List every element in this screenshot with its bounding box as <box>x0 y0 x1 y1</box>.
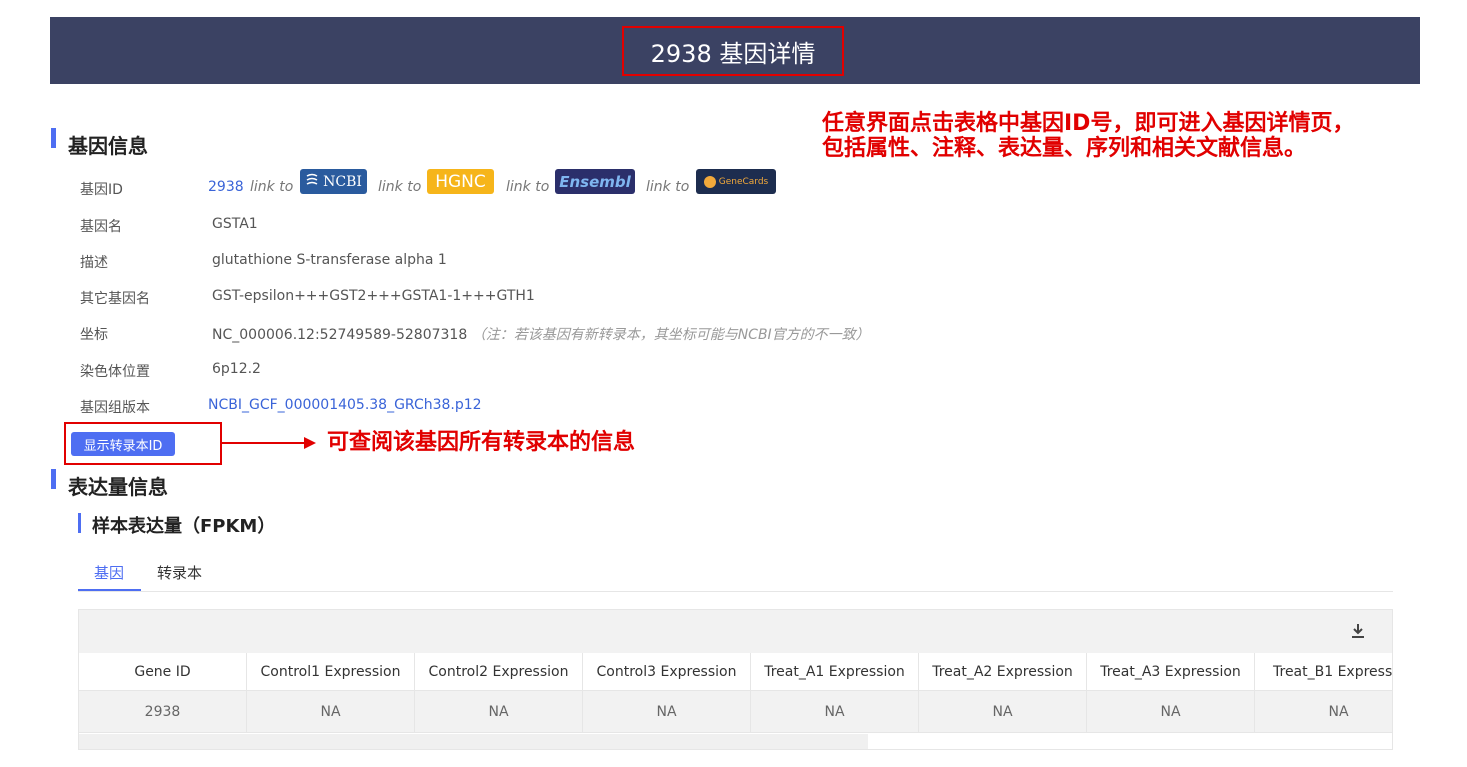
section-bar <box>51 128 56 148</box>
expression-table: Gene ID Control1 Expression Control2 Exp… <box>78 609 1393 750</box>
ncbi-logo-icon <box>305 173 319 191</box>
gene-info-title: 基因信息 <box>68 134 148 158</box>
annotation-line-2: 包括属性、注释、表达量、序列和相关文献信息。 <box>822 136 1307 161</box>
header-title-highlight: 2938 基因详情 <box>622 26 844 76</box>
table-cell: NA <box>247 691 415 733</box>
table-cell: NA <box>415 691 583 733</box>
label-genome-version: 基因组版本 <box>80 400 150 416</box>
table-cell: NA <box>583 691 751 733</box>
coordinates-note: （注：若该基因有新转录本，其坐标可能与NCBI官方的不一致） <box>471 327 870 343</box>
tab-transcript[interactable]: 转录本 <box>157 562 202 583</box>
genecards-logo-text: GeneCards <box>718 176 769 187</box>
hgnc-logo-button[interactable]: HGNC <box>427 169 494 194</box>
hgnc-logo-text: HGNC <box>435 171 486 192</box>
subsection-bar <box>78 513 81 533</box>
expression-title: 表达量信息 <box>68 475 168 499</box>
table-cell: NA <box>1087 691 1255 733</box>
value-description: glutathione S-transferase alpha 1 <box>212 252 447 268</box>
page-title: 2938 基因详情 <box>650 39 816 68</box>
value-coordinates: NC_000006.12:52749589-52807318 （注：若该基因有新… <box>212 324 870 344</box>
label-description: 描述 <box>80 255 108 271</box>
column-header[interactable]: Control1 Expression <box>247 653 415 691</box>
gene-id-link[interactable]: 2938 <box>208 179 244 195</box>
table-cell: NA <box>1255 691 1392 733</box>
ensembl-logo-text: Ensembl <box>559 172 631 191</box>
link-to-text: link to <box>250 179 294 195</box>
value-gene-name: GSTA1 <box>212 216 258 232</box>
tab-gene[interactable]: 基因 <box>94 562 124 583</box>
genome-version-link[interactable]: NCBI_GCF_000001405.38_GRCh38.p12 <box>208 397 482 413</box>
column-header[interactable]: Treat_A2 Expression <box>919 653 1087 691</box>
label-coordinates: 坐标 <box>80 327 108 343</box>
download-icon[interactable] <box>1351 622 1365 640</box>
transcript-annotation: 可查阅该基因所有转录本的信息 <box>327 430 636 455</box>
table-cell: NA <box>751 691 919 733</box>
table-row: 2938 NA NA NA NA NA NA NA <box>79 691 1392 733</box>
table-cell: NA <box>919 691 1087 733</box>
annotation-line-1: 任意界面点击表格中基因ID号，即可进入基因详情页， <box>822 111 1355 136</box>
annotation-arrow <box>222 442 310 444</box>
table-cell: 2938 <box>79 691 247 733</box>
column-header[interactable]: Treat_A1 Expression <box>751 653 919 691</box>
value-chromosome-location: 6p12.2 <box>212 361 261 377</box>
annotation-arrow-head <box>304 437 316 449</box>
column-header[interactable]: Treat_A3 Expression <box>1087 653 1255 691</box>
label-chromosome-location: 染色体位置 <box>80 364 150 380</box>
expression-subtitle: 样本表达量（FPKM） <box>92 516 276 537</box>
link-to-text: link to <box>378 179 422 195</box>
genecards-logo-button[interactable]: GeneCards <box>696 169 776 194</box>
link-to-text: link to <box>646 179 690 195</box>
label-gene-id: 基因ID <box>80 182 123 198</box>
ncbi-logo-button[interactable]: NCBI <box>300 169 367 194</box>
coordinates-text: NC_000006.12:52749589-52807318 <box>212 327 468 343</box>
show-transcript-id-button[interactable]: 显示转录本ID <box>71 432 175 456</box>
table-header-row: Gene ID Control1 Expression Control2 Exp… <box>79 653 1392 691</box>
ensembl-logo-button[interactable]: Ensembl <box>555 169 635 194</box>
column-header[interactable]: Treat_B1 Expression <box>1255 653 1392 691</box>
column-header[interactable]: Control3 Expression <box>583 653 751 691</box>
label-aliases: 其它基因名 <box>80 291 150 307</box>
column-header[interactable]: Gene ID <box>79 653 247 691</box>
scrollbar-thumb[interactable] <box>79 734 868 749</box>
tabs-divider <box>78 591 1393 592</box>
column-header[interactable]: Control2 Expression <box>415 653 583 691</box>
label-gene-name: 基因名 <box>80 219 122 235</box>
value-aliases: GST-epsilon+++GST2+++GSTA1-1+++GTH1 <box>212 288 535 304</box>
horizontal-scrollbar[interactable] <box>79 733 1392 749</box>
link-to-text: link to <box>506 179 550 195</box>
table-toolbar <box>79 610 1392 653</box>
section-bar <box>51 469 56 489</box>
genecards-logo-icon <box>703 175 716 188</box>
ncbi-logo-text: NCBI <box>323 173 362 190</box>
